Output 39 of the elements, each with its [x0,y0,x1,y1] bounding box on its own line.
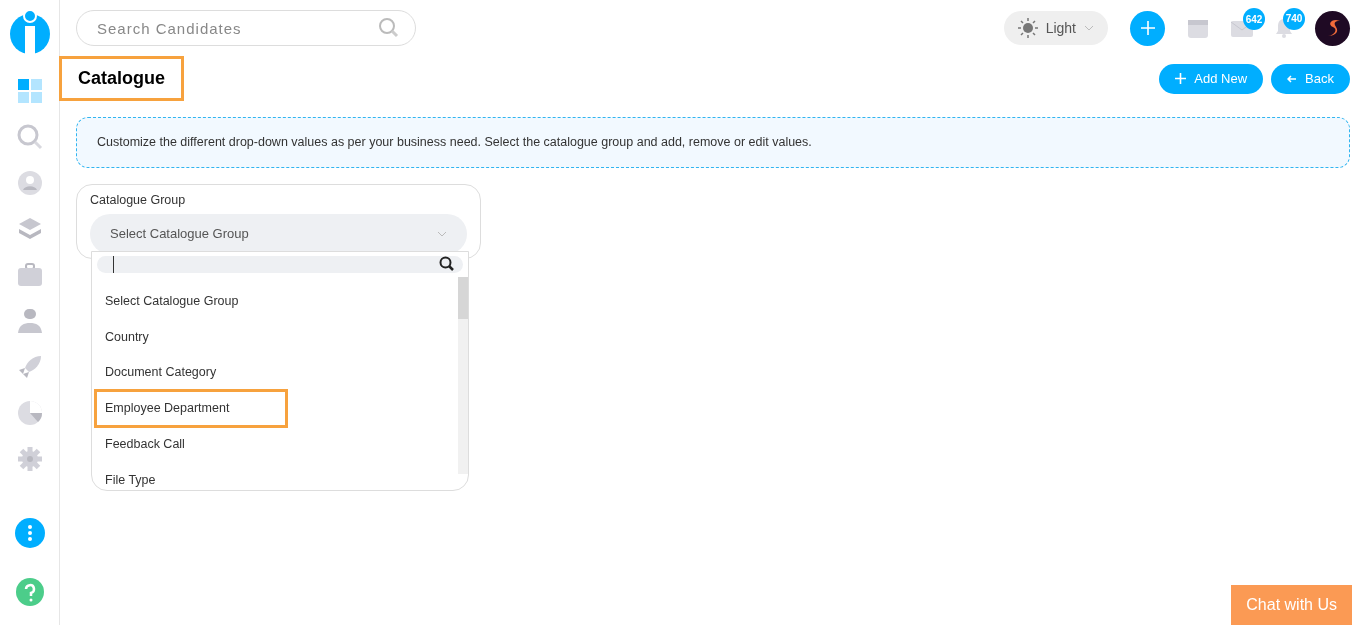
dropdown-search-field[interactable] [97,255,463,273]
search-icon [439,256,455,273]
dropdown-option[interactable]: Feedback Call [97,427,193,461]
plus-icon [1139,20,1156,36]
scrollbar[interactable] [458,276,468,474]
back-arrow-icon [1287,74,1298,83]
catalogue-group-select[interactable]: Select Catalogue Group [90,213,467,254]
sun-icon [1017,18,1038,38]
briefcase-icon[interactable] [16,262,43,288]
theme-toggle[interactable]: Light [1003,11,1108,45]
user-icon[interactable] [16,170,43,196]
plus-icon [1175,73,1187,84]
dropdown-option[interactable]: Select Catalogue Group [97,284,247,318]
chevron-icon [1084,25,1094,31]
more-icon[interactable] [14,518,45,548]
calendar-icon[interactable] [1187,18,1209,38]
add-button[interactable] [1130,10,1165,46]
chevron-icon [437,230,447,237]
count-badge: 642 [1243,8,1265,31]
text-cursor [113,255,114,273]
dropdown-option[interactable]: Country [97,320,157,354]
dropdown-option[interactable]: Employee Department [94,389,289,428]
page-title: Catalogue [59,56,184,101]
dropdown-option[interactable]: File Type [97,463,164,497]
pie-chart-icon[interactable] [16,400,43,426]
settings-icon[interactable] [16,446,43,472]
dashboard-icon[interactable] [16,78,43,104]
search-icon [378,17,400,39]
search-icon[interactable] [16,124,43,150]
layers-icon[interactable] [16,216,43,242]
count-badge: 740 [1283,7,1305,30]
logo-icon[interactable] [9,8,50,54]
field-label: Catalogue Group [90,191,187,209]
person-icon[interactable] [16,308,43,334]
avatar[interactable] [1315,10,1350,46]
info-banner: Customize the different drop-down values as per your business need. Select the catalogue group and add, remove or edit values. [76,117,1350,168]
search-field[interactable]: Search Candidates [76,10,416,46]
help-icon[interactable] [15,578,44,606]
dropdown-option[interactable]: Document Category [97,356,225,389]
